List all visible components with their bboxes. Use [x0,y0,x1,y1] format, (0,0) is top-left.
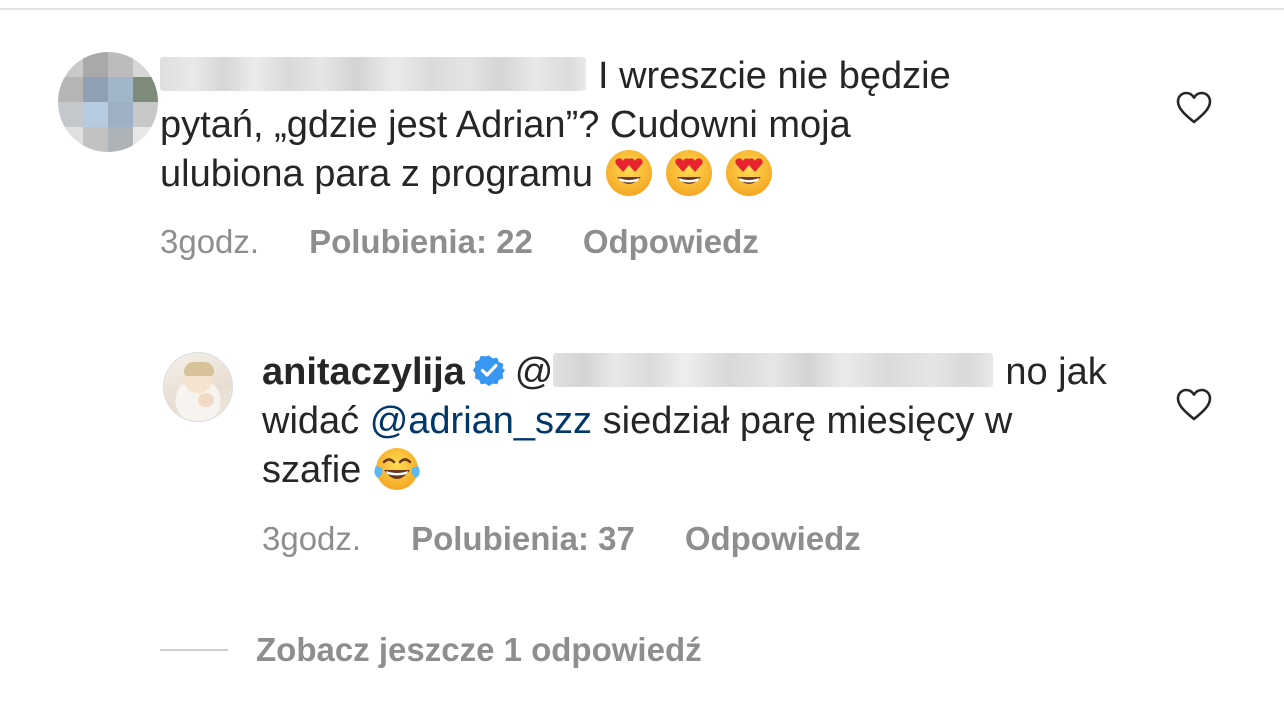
reply-text: anitaczylija @ no jak widać @adrian_szz s… [262,348,1162,495]
like-heart-icon[interactable] [1176,388,1212,422]
view-more-replies-label: Zobacz jeszcze 1 odpowiedź [256,631,702,668]
heart-eyes-emoji [725,149,772,196]
reply-text-line: no jak [1005,351,1107,393]
like-heart-icon[interactable] [1176,91,1212,125]
comment-text-line: pytań, „gdzie jest Adrian”? Cudowni moja [160,104,851,146]
mention-link[interactable]: @adrian_szz [370,400,592,442]
comment-text-line: I wreszcie nie będzie [598,55,951,97]
reply-text-line: szafie [262,449,362,491]
comment-text-line: ulubiona para z programu [160,153,594,195]
avatar-photo-detail [184,362,214,376]
replies-divider-line [160,649,228,651]
view-more-replies[interactable]: Zobacz jeszcze 1 odpowiedź [160,630,702,670]
heart-eyes-emoji [665,149,712,196]
hidden-mentioned-username[interactable] [553,352,994,387]
reply-time[interactable]: 3godz. [262,519,361,559]
reply-author-avatar[interactable] [163,352,233,422]
mention-prefix: @ [514,351,554,393]
verified-badge-icon [472,355,505,386]
reply-button[interactable]: Odpowiedz [685,519,861,559]
hidden-username[interactable] [160,56,586,91]
commenter-avatar[interactable] [58,52,158,152]
heart-eyes-emoji [605,149,652,196]
reply-likes[interactable]: Polubienia: 37 [411,519,635,559]
avatar-photo-detail [198,393,214,407]
reply-text-line: widać [262,400,370,442]
comment-meta: 3godz. Polubienia: 22 Odpowiedz [160,222,809,262]
reply-text-line: siedział parę miesięcy w [592,400,1013,442]
reply-button[interactable]: Odpowiedz [583,222,759,262]
comment-text: I wreszcie nie będzie pytań, „gdzie jest… [160,52,1160,199]
tears-of-joy-emoji [374,447,420,490]
reply-meta: 3godz. Polubienia: 37 Odpowiedz [262,519,911,559]
top-divider [0,8,1284,10]
reply-author-username[interactable]: anitaczylija [262,351,465,393]
comment-likes[interactable]: Polubienia: 22 [309,222,533,262]
comment-time[interactable]: 3godz. [160,222,259,262]
